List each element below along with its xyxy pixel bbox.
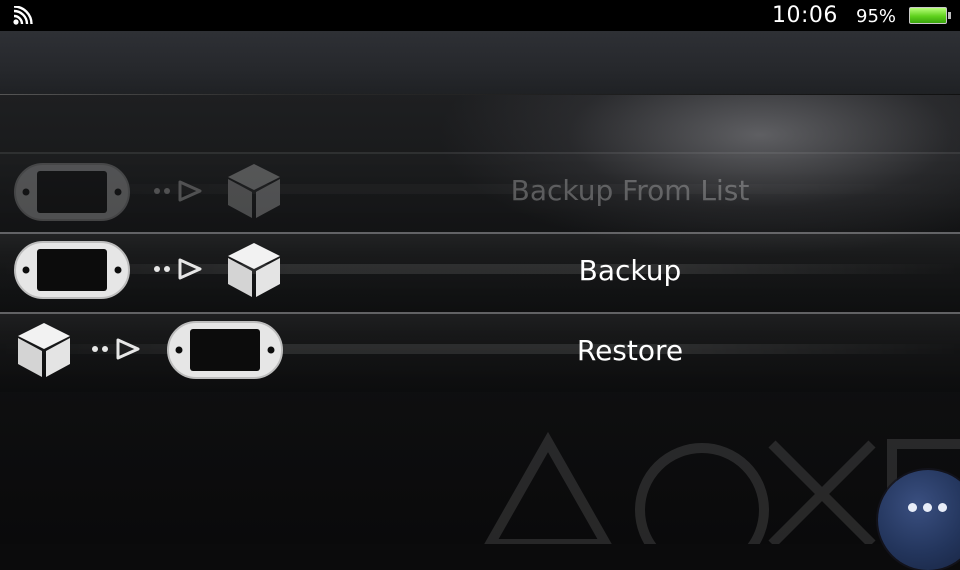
menu-item-label: Backup <box>578 254 682 287</box>
menu-item-label: Backup From List <box>510 174 750 207</box>
ellipsis-icon <box>908 503 948 513</box>
battery-percent: 95% <box>856 6 897 27</box>
clock: 10:06 <box>772 3 838 28</box>
vita-console-icon <box>166 320 284 380</box>
battery-icon <box>909 7 951 24</box>
package-box-icon <box>226 162 282 220</box>
vita-console-icon <box>13 240 131 300</box>
menu-item-backup-from-list[interactable]: Backup From List <box>0 152 960 232</box>
menu-item-restore[interactable]: Restore <box>0 312 960 392</box>
wifi-icon <box>13 6 33 25</box>
arrow-right-icon <box>153 257 205 281</box>
status-bar: 10:06 95% <box>0 0 960 31</box>
menu-item-label: Restore <box>576 334 684 367</box>
menu-item-backup[interactable]: Backup <box>0 232 960 312</box>
package-box-icon <box>226 241 282 299</box>
arrow-right-icon <box>153 179 205 203</box>
package-box-icon <box>16 321 72 379</box>
arrow-right-icon <box>91 337 143 361</box>
title-bar <box>0 31 960 96</box>
vita-console-icon <box>13 162 131 222</box>
